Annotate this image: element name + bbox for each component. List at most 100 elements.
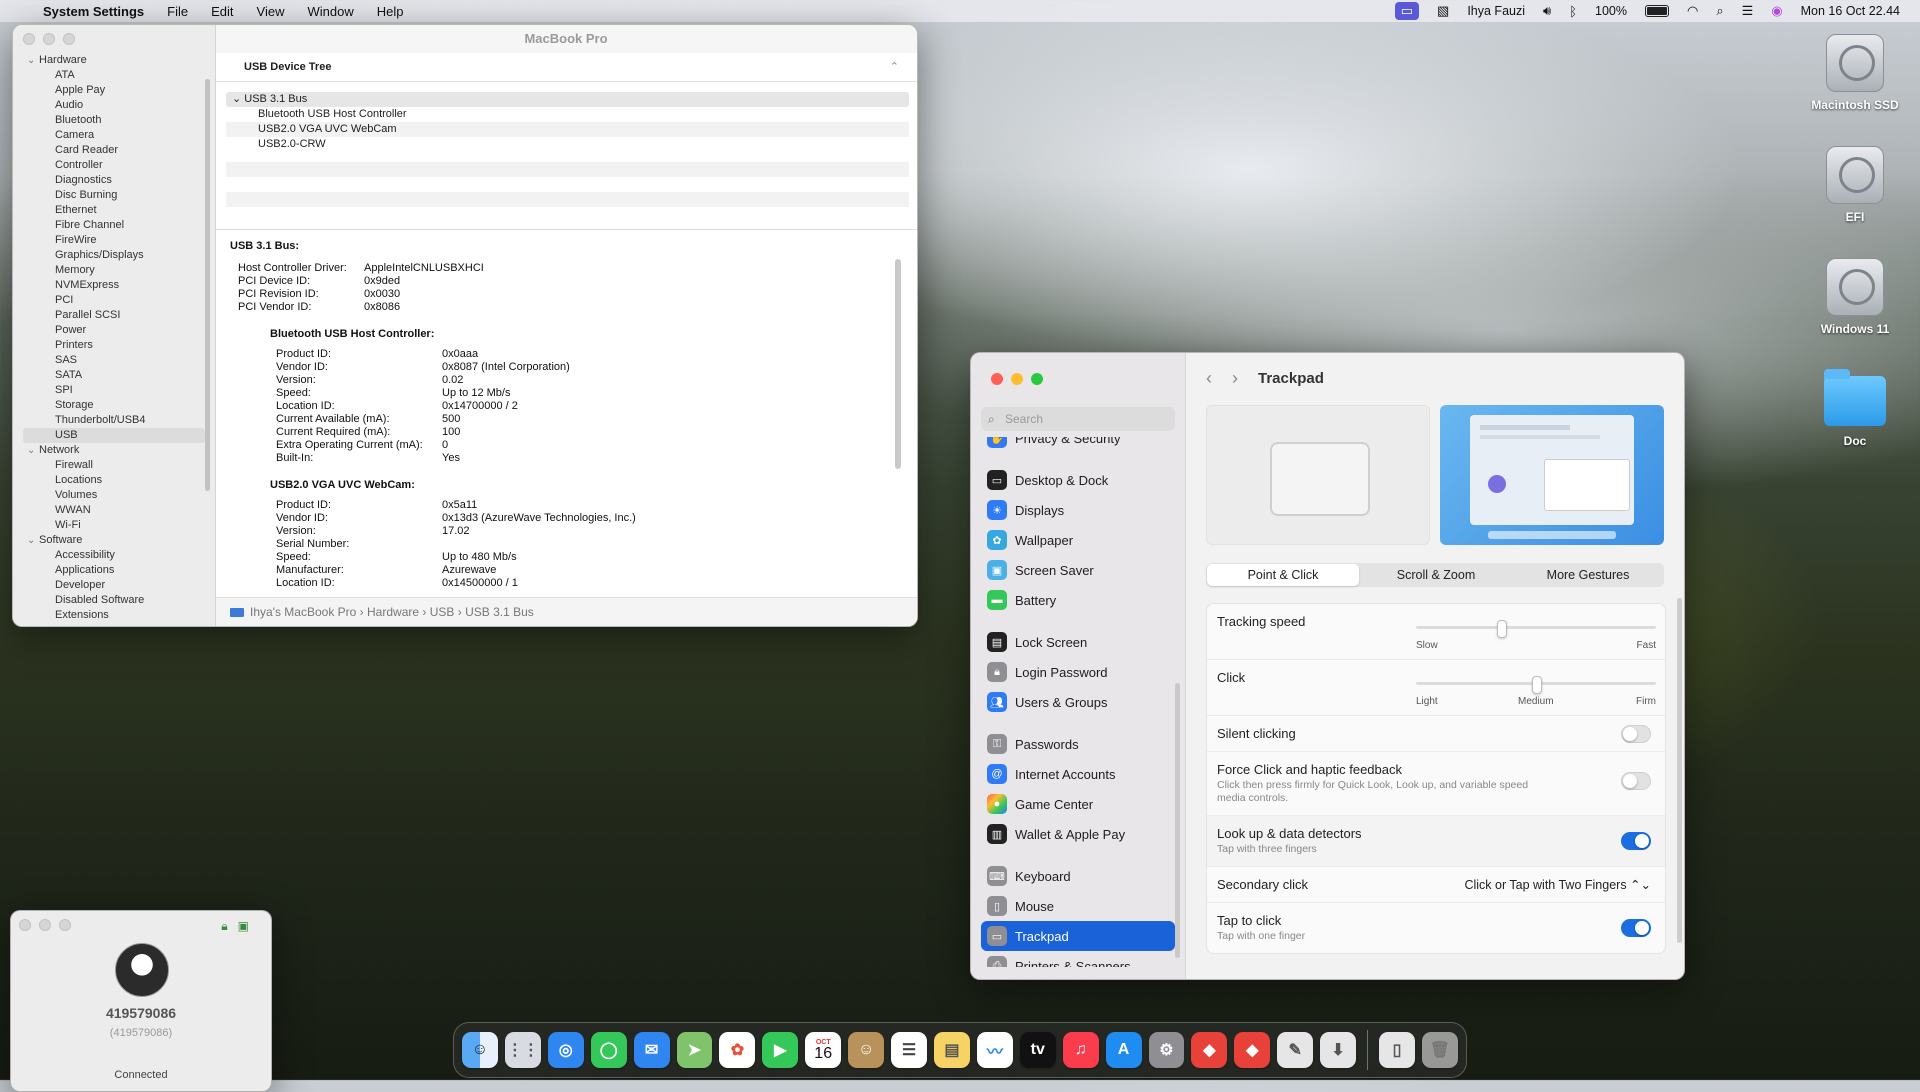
search-icon[interactable]: ⌕ [1716, 3, 1723, 19]
clock[interactable]: Mon 16 Oct 22.44 [1801, 4, 1900, 18]
finder-icon[interactable]: ☺ [462, 1032, 498, 1068]
bluetooth-icon[interactable]: ᛒ [1569, 4, 1577, 19]
nav-login-password[interactable]: 🔒︎ Login Password [981, 657, 1175, 687]
sidebar-category-hardware[interactable]: Hardware [13, 53, 215, 68]
sidebar-item[interactable]: Accessibility [13, 548, 215, 563]
sidebar-item[interactable]: Controller [13, 158, 215, 173]
path-item[interactable]: Hardware [367, 605, 419, 619]
installer-icon[interactable]: ⬇ [1320, 1032, 1357, 1068]
tree-row-device[interactable]: USB2.0-CRW [226, 137, 909, 152]
close-button[interactable] [23, 33, 35, 45]
zoom-button[interactable] [63, 33, 75, 45]
sidebar-item[interactable]: SPI [13, 383, 215, 398]
minimize-button[interactable] [43, 33, 55, 45]
system-settings-icon[interactable]: ⚙ [1148, 1032, 1185, 1068]
tab-more-gestures[interactable]: More Gestures [1512, 563, 1664, 587]
messages-icon[interactable]: ◯ [590, 1032, 627, 1068]
sidebar-item[interactable]: Locations [13, 473, 215, 488]
contacts-icon[interactable]: ☺ [848, 1032, 885, 1068]
forward-arrow-icon[interactable]: › [1232, 368, 1238, 389]
path-item[interactable]: Ihya's MacBook Pro [250, 605, 356, 619]
nav-battery[interactable]: ▬ Battery [981, 585, 1175, 615]
nav-screen-saver[interactable]: ▣ Screen Saver [981, 555, 1175, 585]
tap-to-click-toggle[interactable] [1621, 919, 1651, 937]
control-center-icon[interactable]: ☰ [1742, 3, 1754, 19]
slider-knob[interactable] [1497, 620, 1508, 638]
calendar-icon[interactable]: OCT 16 [805, 1032, 842, 1068]
desktop-icon-efi[interactable]: EFI [1800, 146, 1910, 224]
click-slider[interactable]: Light Medium Firm [1416, 676, 1656, 707]
lock-icon[interactable]: 🔒︎ [221, 919, 227, 934]
sidebar-item[interactable]: ATA [13, 68, 215, 83]
sidebar-item[interactable]: Bluetooth [13, 113, 215, 128]
nav-passwords[interactable]: ⚿ Passwords [981, 729, 1175, 759]
sidebar-item[interactable]: Firewall [13, 458, 215, 473]
close-button[interactable] [19, 919, 31, 931]
user-name[interactable]: Ihya Fauzi [1467, 4, 1525, 18]
notes-icon[interactable]: ▤ [933, 1032, 970, 1068]
usb-tree-header[interactable]: USB Device Tree ⌃ [216, 53, 917, 82]
sidebar-item[interactable]: Fibre Channel [13, 218, 215, 233]
music-icon[interactable]: ♫ [1062, 1032, 1099, 1068]
reminders-icon[interactable]: ☰ [891, 1032, 927, 1068]
wifi-icon[interactable]: ◠ [1687, 3, 1698, 19]
tracking-speed-slider[interactable]: Slow Fast [1416, 620, 1656, 651]
trash-icon[interactable]: 🗑︎ [1421, 1032, 1458, 1068]
sidebar-item[interactable]: SATA [13, 368, 215, 383]
app-store-icon[interactable]: A [1105, 1032, 1142, 1068]
document-icon[interactable]: ▯ [1379, 1032, 1415, 1068]
photos-icon[interactable]: ✿ [719, 1032, 756, 1068]
activity-icon[interactable]: ▧ [1437, 3, 1449, 19]
desktop-icon-macintosh-ssd[interactable]: Macintosh SSD [1800, 34, 1910, 112]
sidebar-item[interactable]: Volumes [13, 488, 215, 503]
sidebar-item[interactable]: Card Reader [13, 143, 215, 158]
detail-scrollbar[interactable] [895, 259, 901, 469]
sidebar-item[interactable]: Camera [13, 128, 215, 143]
display-icon[interactable]: ▣ [238, 919, 249, 934]
textedit-icon[interactable]: ✎ [1277, 1032, 1314, 1068]
silent-clicking-toggle[interactable] [1621, 724, 1651, 743]
nav-wallet[interactable]: ▥ Wallet & Apple Pay [981, 819, 1175, 849]
nav-game-center[interactable]: ● Game Center [981, 789, 1175, 819]
sidebar-item[interactable]: Disabled Software [13, 593, 215, 608]
menu-file[interactable]: File [167, 4, 188, 19]
sidebar-item[interactable]: WWAN [13, 503, 215, 518]
nav-privacy-security[interactable]: ✋ Privacy & Security [981, 437, 1175, 453]
desktop-icon-windows-11[interactable]: Windows 11 [1800, 258, 1910, 336]
sidebar-item[interactable]: Audio [13, 98, 215, 113]
freeform-icon[interactable]: 〰 [976, 1032, 1013, 1068]
path-item[interactable]: USB [430, 605, 455, 619]
menu-view[interactable]: View [257, 4, 285, 19]
sidebar-category-software[interactable]: Software [13, 533, 215, 548]
desktop-icon-doc[interactable]: Doc [1800, 369, 1910, 448]
zoom-button[interactable] [1031, 373, 1043, 385]
secondary-click-popup[interactable]: Click or Tap with Two Fingers ⌃⌄ [1464, 877, 1651, 892]
sidebar-item[interactable]: Ethernet [13, 203, 215, 218]
menu-edit[interactable]: Edit [211, 4, 233, 19]
sidebar-item[interactable]: Power [13, 323, 215, 338]
slider-knob[interactable] [1532, 676, 1542, 694]
sidebar-item[interactable]: Developer [13, 578, 215, 593]
nav-displays[interactable]: ☀ Displays [981, 495, 1175, 525]
tree-row-device[interactable]: USB2.0 VGA UVC WebCam [226, 122, 909, 137]
sidebar-item[interactable]: Extensions [13, 608, 215, 623]
nav-users-groups[interactable]: 👥︎ Users & Groups [981, 687, 1175, 717]
sidebar-item[interactable]: Memory [13, 263, 215, 278]
screen-share-icon[interactable]: ▭ [1394, 2, 1420, 20]
nav-mouse[interactable]: ▯ Mouse [981, 891, 1175, 921]
sidebar-scrollbar[interactable] [205, 79, 210, 491]
nav-internet-accounts[interactable]: @ Internet Accounts [981, 759, 1175, 789]
tree-row-device[interactable]: Bluetooth USB Host Controller [226, 107, 909, 122]
chevron-up-icon[interactable]: ⌃ [890, 53, 899, 81]
sidebar-item[interactable]: Storage [13, 398, 215, 413]
sidebar-item[interactable]: Parallel SCSI [13, 308, 215, 323]
sidebar-item[interactable]: Graphics/Displays [13, 248, 215, 263]
sidebar-item[interactable]: Apple Pay [13, 83, 215, 98]
menu-help[interactable]: Help [377, 4, 404, 19]
nav-lock-screen[interactable]: ▤ Lock Screen [981, 627, 1175, 657]
sidebar-item[interactable]: Diagnostics [13, 173, 215, 188]
app-menu[interactable]: System Settings [43, 4, 144, 19]
tree-row-usb-bus[interactable]: ⌄ USB 3.1 Bus [226, 92, 909, 107]
minimize-button[interactable] [39, 919, 51, 931]
sidebar-item[interactable]: USB [23, 428, 205, 443]
